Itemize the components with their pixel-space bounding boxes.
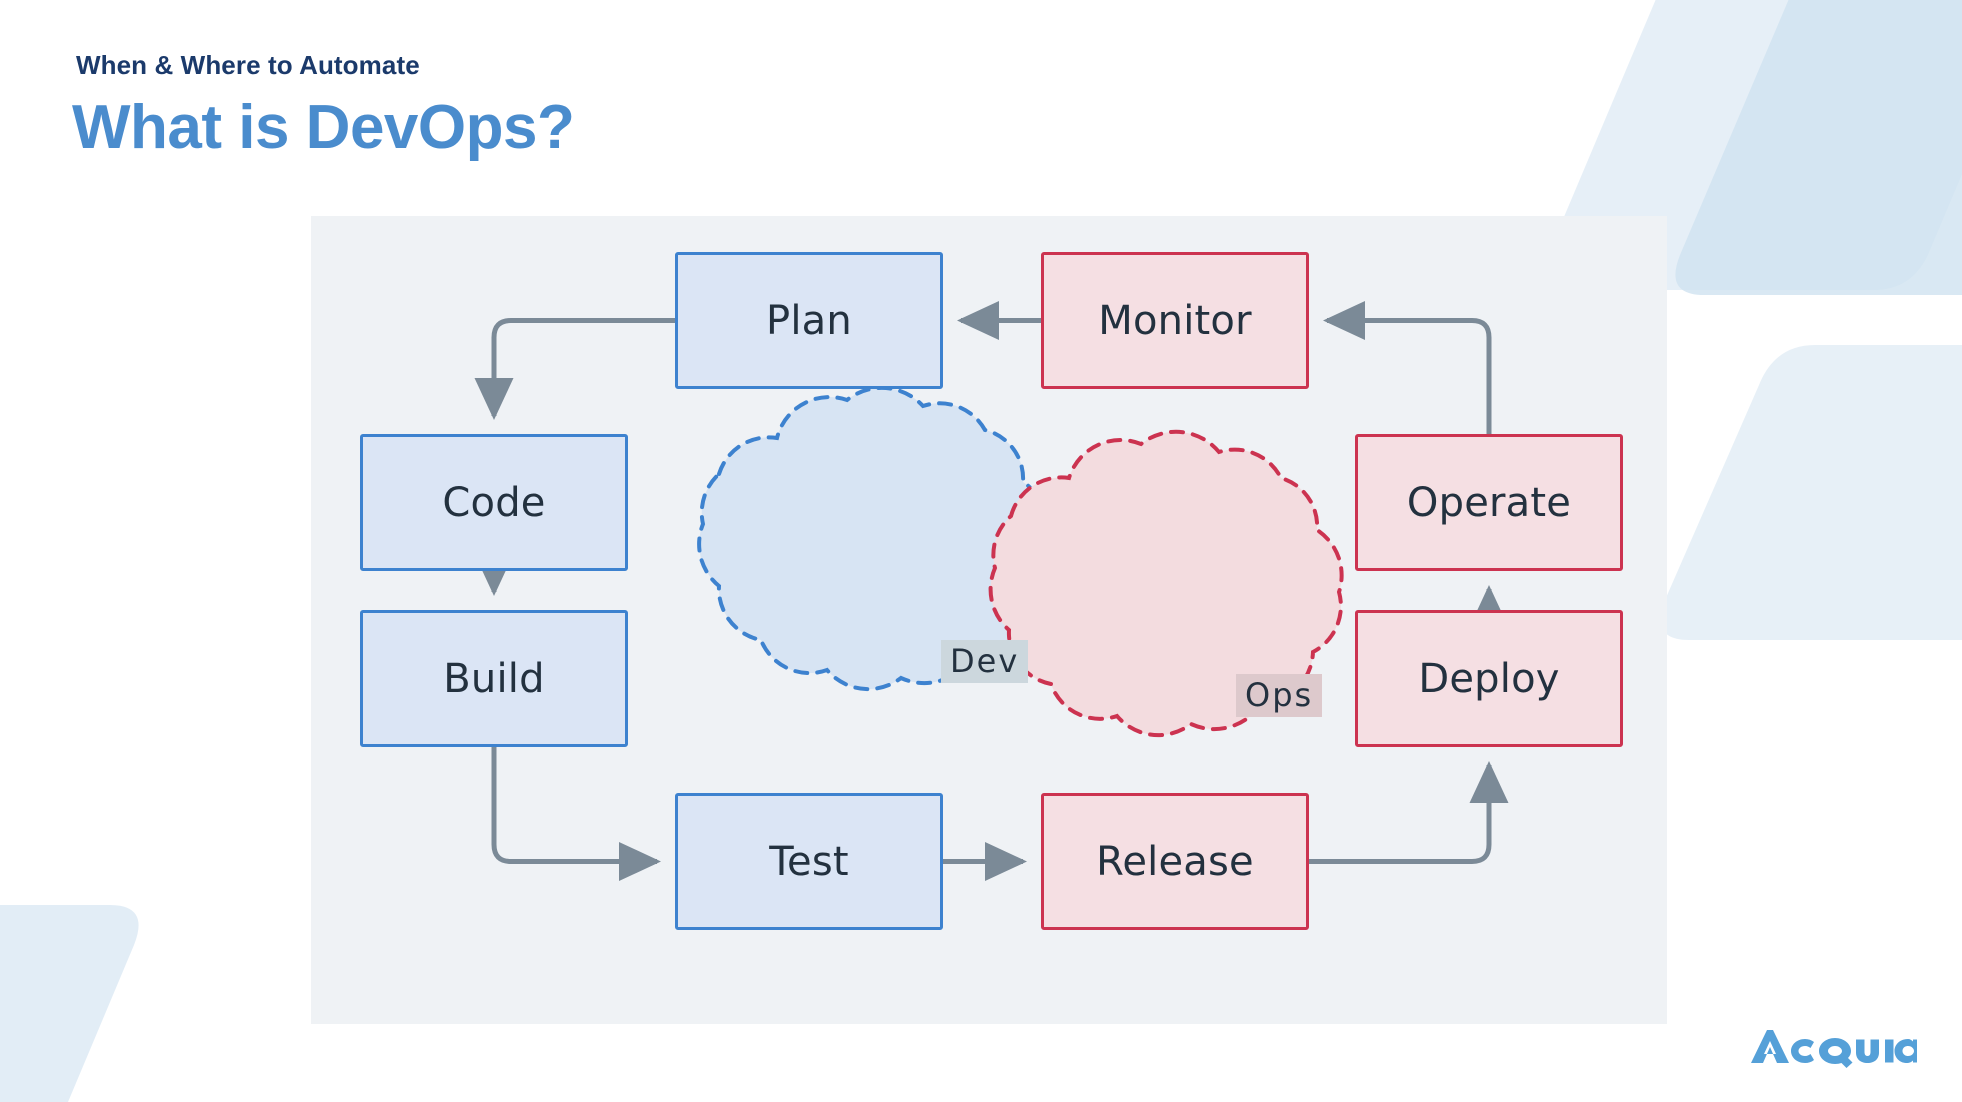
node-code[interactable]: Code	[360, 434, 628, 571]
node-code-label: Code	[442, 479, 546, 526]
deco-bottom-left-shape	[0, 905, 139, 1102]
node-release-label: Release	[1096, 838, 1254, 885]
node-operate-label: Operate	[1406, 479, 1572, 526]
slide-canvas: When & Where to Automate What is DevOps?	[0, 0, 1962, 1102]
node-build[interactable]: Build	[360, 610, 628, 747]
node-deploy[interactable]: Deploy	[1355, 610, 1623, 747]
connector-build-to-test	[491, 747, 662, 881]
node-plan-label: Plan	[766, 297, 852, 344]
node-test[interactable]: Test	[675, 793, 943, 930]
deco-top-right-shape-lower	[1660, 345, 1962, 640]
node-deploy-label: Deploy	[1418, 655, 1560, 702]
node-plan[interactable]: Plan	[675, 252, 943, 389]
node-monitor[interactable]: Monitor	[1041, 252, 1309, 389]
page-title: What is DevOps?	[72, 93, 575, 162]
ops-cloud-label: Ops	[1236, 674, 1323, 717]
connector-release-to-deploy	[1309, 760, 1509, 864]
node-test-label: Test	[769, 838, 849, 885]
slide-eyebrow: When & Where to Automate	[76, 50, 420, 80]
node-operate[interactable]: Operate	[1355, 434, 1623, 571]
connector-operate-to-monitor	[1322, 301, 1492, 434]
dev-cloud-label: Dev	[941, 640, 1029, 683]
node-release[interactable]: Release	[1041, 793, 1309, 930]
connector-plan-to-code	[474, 318, 675, 421]
devops-diagram-panel: Plan Code Build Test Release Deploy Oper…	[311, 216, 1667, 1024]
acquia-logo	[1751, 1030, 1917, 1068]
deco-top-right-shape-front	[1675, 0, 1962, 295]
node-build-label: Build	[443, 655, 545, 702]
node-monitor-label: Monitor	[1098, 297, 1252, 344]
